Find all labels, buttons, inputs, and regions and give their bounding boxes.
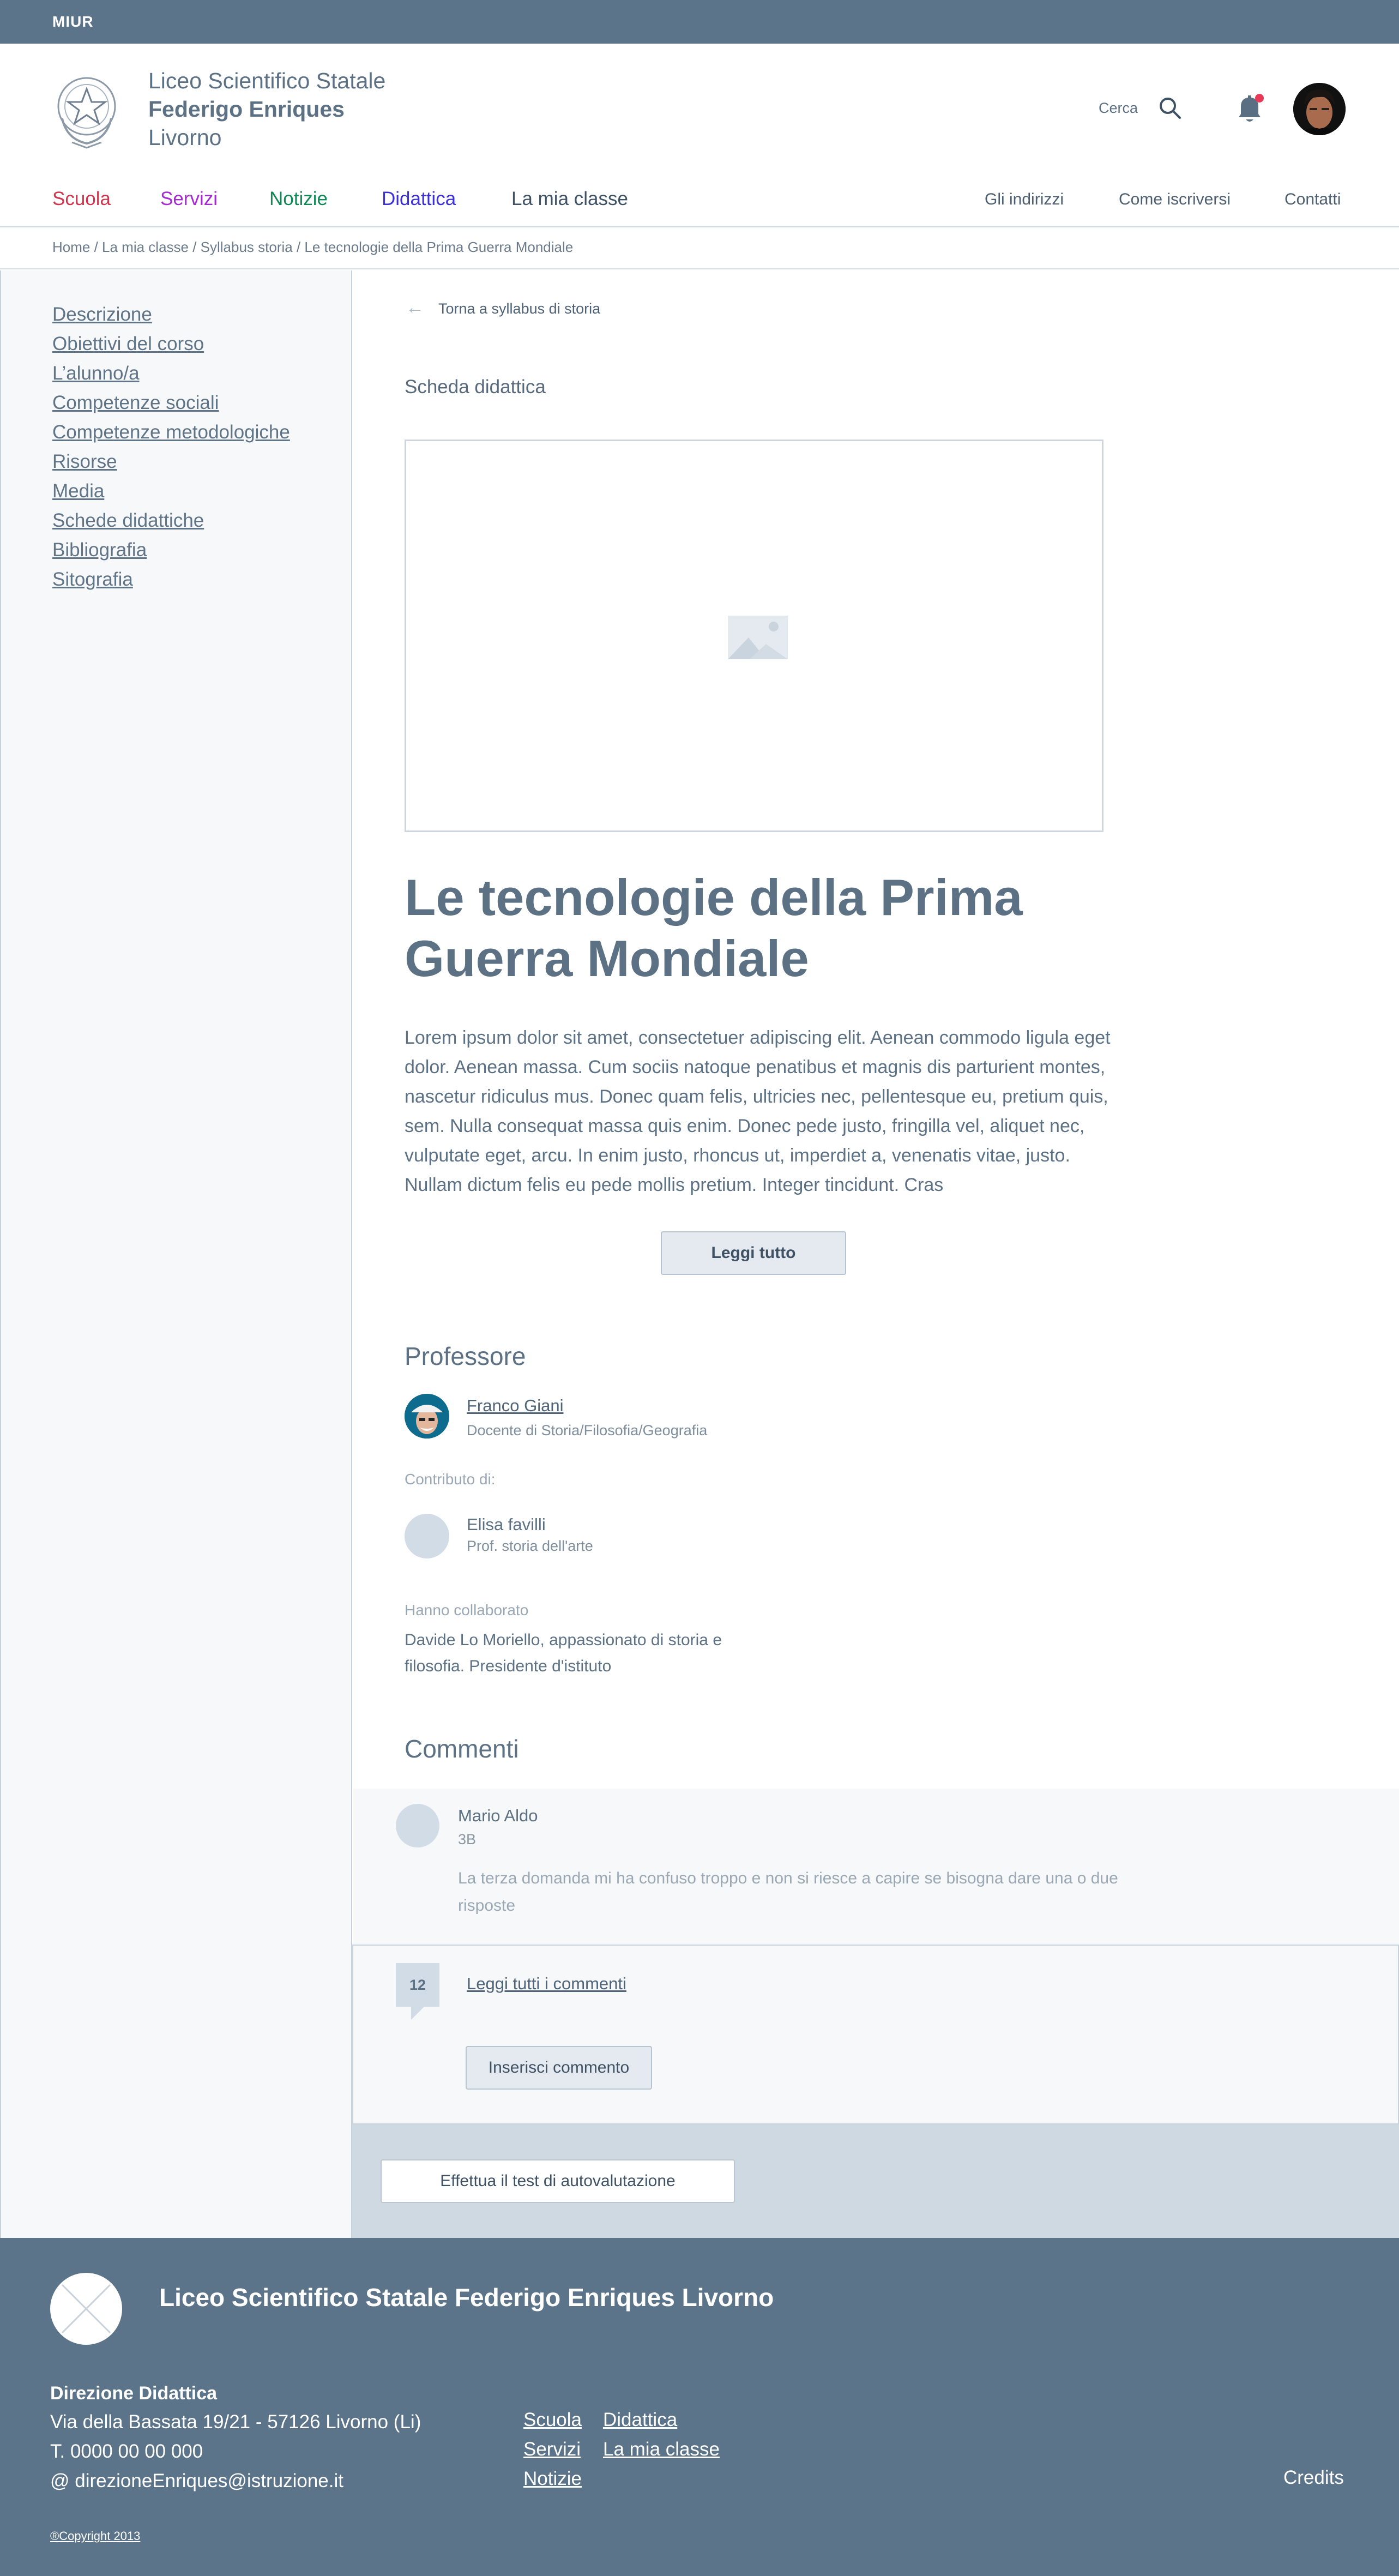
republic-emblem-icon[interactable] bbox=[50, 68, 123, 150]
sidebar: Descrizione Obiettivi del corso L’alunno… bbox=[0, 270, 352, 2238]
professor-heading: Professore bbox=[405, 1342, 526, 1370]
comment-text: La terza domanda mi ha confuso troppo e … bbox=[458, 1869, 1118, 1915]
footer-direction-heading: Direzione Didattica bbox=[50, 2383, 218, 2404]
section-label: Scheda didattica bbox=[405, 376, 546, 398]
footer-phone: T. 0000 00 00 000 bbox=[50, 2441, 203, 2462]
search-icon[interactable] bbox=[1158, 96, 1182, 120]
footer-link-didattica[interactable]: Didattica bbox=[603, 2409, 677, 2431]
school-name[interactable]: Liceo Scientifico Statale Federigo Enriq… bbox=[148, 67, 385, 152]
professor-name-link[interactable]: Franco Giani bbox=[467, 1396, 563, 1416]
insert-comment-button[interactable]: Inserisci commento bbox=[466, 2046, 652, 2090]
notification-dot bbox=[1255, 94, 1264, 103]
professor-role: Docente di Storia/Filosofia/Geografia bbox=[467, 1422, 708, 1439]
footer-title: Liceo Scientifico Statale Federigo Enriq… bbox=[159, 2283, 774, 2312]
site-footer: Liceo Scientifico Statale Federigo Enriq… bbox=[0, 2238, 1399, 2576]
sidebar-item-media[interactable]: Media bbox=[52, 477, 290, 506]
nav-come-iscriversi[interactable]: Come iscriversi bbox=[1119, 190, 1231, 209]
image-placeholder bbox=[405, 440, 1103, 832]
image-icon bbox=[728, 616, 788, 659]
contributor-name: Elisa favilli bbox=[467, 1515, 546, 1534]
nav-gli-indirizzi[interactable]: Gli indirizzi bbox=[985, 190, 1064, 209]
user-avatar[interactable] bbox=[1293, 83, 1346, 135]
comment-class: 3B bbox=[458, 1831, 477, 1847]
school-name-line3: Livorno bbox=[148, 125, 222, 150]
miur-label[interactable]: MIUR bbox=[52, 13, 94, 31]
school-name-line2: Federigo Enriques bbox=[148, 97, 345, 122]
site-header: Liceo Scientifico Statale Federigo Enriq… bbox=[0, 44, 1399, 183]
footer-logo-placeholder-icon bbox=[50, 2273, 122, 2345]
contributor-role: Prof. storia dell'arte bbox=[467, 1538, 593, 1554]
contributor-avatar bbox=[405, 1514, 449, 1558]
nav-item-la-mia-classe[interactable]: La mia classe bbox=[511, 188, 628, 210]
contributor-label: Contributo di: bbox=[405, 1471, 496, 1488]
footer-credits-link[interactable]: Credits bbox=[1283, 2467, 1344, 2489]
top-bar: MIUR bbox=[0, 0, 1399, 44]
sidebar-item-bibliografia[interactable]: Bibliografia bbox=[52, 535, 290, 565]
back-link-label: Torna a syllabus di storia bbox=[438, 300, 601, 317]
school-name-line1: Liceo Scientifico Statale bbox=[148, 68, 386, 93]
footer-link-servizi[interactable]: Servizi bbox=[523, 2439, 581, 2460]
sidebar-item-alunno[interactable]: L’alunno/a bbox=[52, 359, 290, 388]
collaborators-text: Davide Lo Moriello, appassionato di stor… bbox=[405, 1631, 722, 1675]
arrow-left-icon: ← bbox=[406, 297, 424, 318]
back-link[interactable]: ← Torna a syllabus di storia bbox=[406, 297, 600, 318]
footer-link-scuola[interactable]: Scuola bbox=[523, 2409, 582, 2431]
footer-email[interactable]: @ direzioneEnriques@istruzione.it bbox=[50, 2470, 343, 2492]
bell-icon[interactable] bbox=[1234, 93, 1264, 125]
nav-item-servizi[interactable]: Servizi bbox=[160, 188, 218, 210]
page-title: Le tecnologie della Prima Guerra Mondial… bbox=[405, 869, 1023, 987]
nav-item-notizie[interactable]: Notizie bbox=[269, 188, 328, 210]
collaborators-label: Hanno collaborato bbox=[405, 1602, 529, 1618]
read-all-comments-link[interactable]: Leggi tutti i commenti bbox=[467, 1974, 626, 1994]
sidebar-item-obiettivi[interactable]: Obiettivi del corso bbox=[52, 329, 290, 359]
professor-avatar[interactable] bbox=[405, 1394, 449, 1439]
commenter-avatar bbox=[396, 1804, 439, 1847]
self-assessment-button[interactable]: Effettua il test di autovalutazione bbox=[381, 2159, 735, 2203]
footer-address: Via della Bassata 19/21 - 57126 Livorno … bbox=[50, 2411, 421, 2433]
comments-heading: Commenti bbox=[405, 1735, 519, 1763]
footer-link-notizie[interactable]: Notizie bbox=[523, 2468, 582, 2490]
comment-author: Mario Aldo bbox=[458, 1806, 538, 1825]
nav-item-scuola[interactable]: Scuola bbox=[52, 188, 111, 210]
comment-count-badge: 12 bbox=[396, 1963, 439, 2020]
description-text: Lorem ipsum dolor sit amet, consectetuer… bbox=[405, 1027, 1111, 1195]
sidebar-item-competenze-sociali[interactable]: Competenze sociali bbox=[52, 388, 290, 418]
main-navigation: Scuola Servizi Notizie Didattica La mia … bbox=[0, 183, 1399, 227]
breadcrumb-text[interactable]: Home / La mia classe / Syllabus storia /… bbox=[52, 239, 573, 256]
sidebar-item-descrizione[interactable]: Descrizione bbox=[52, 300, 290, 329]
read-more-button[interactable]: Leggi tutto bbox=[661, 1231, 846, 1275]
sidebar-list: Descrizione Obiettivi del corso L’alunno… bbox=[52, 300, 290, 594]
footer-link-la-mia-classe[interactable]: La mia classe bbox=[603, 2439, 720, 2460]
search-label[interactable]: Cerca bbox=[1099, 100, 1138, 117]
sidebar-item-competenze-metodologiche[interactable]: Competenze metodologiche bbox=[52, 418, 290, 447]
comments-actions bbox=[352, 1945, 1399, 2124]
footer-copyright[interactable]: ®Copyright 2013 bbox=[50, 2529, 140, 2543]
breadcrumb: Home / La mia classe / Syllabus storia /… bbox=[0, 229, 1399, 269]
sidebar-item-risorse[interactable]: Risorse bbox=[52, 447, 290, 477]
sidebar-item-sitografia[interactable]: Sitografia bbox=[52, 565, 290, 594]
sidebar-item-schede-didattiche[interactable]: Schede didattiche bbox=[52, 506, 290, 535]
nav-contatti[interactable]: Contatti bbox=[1285, 190, 1341, 209]
nav-item-didattica[interactable]: Didattica bbox=[382, 188, 456, 210]
